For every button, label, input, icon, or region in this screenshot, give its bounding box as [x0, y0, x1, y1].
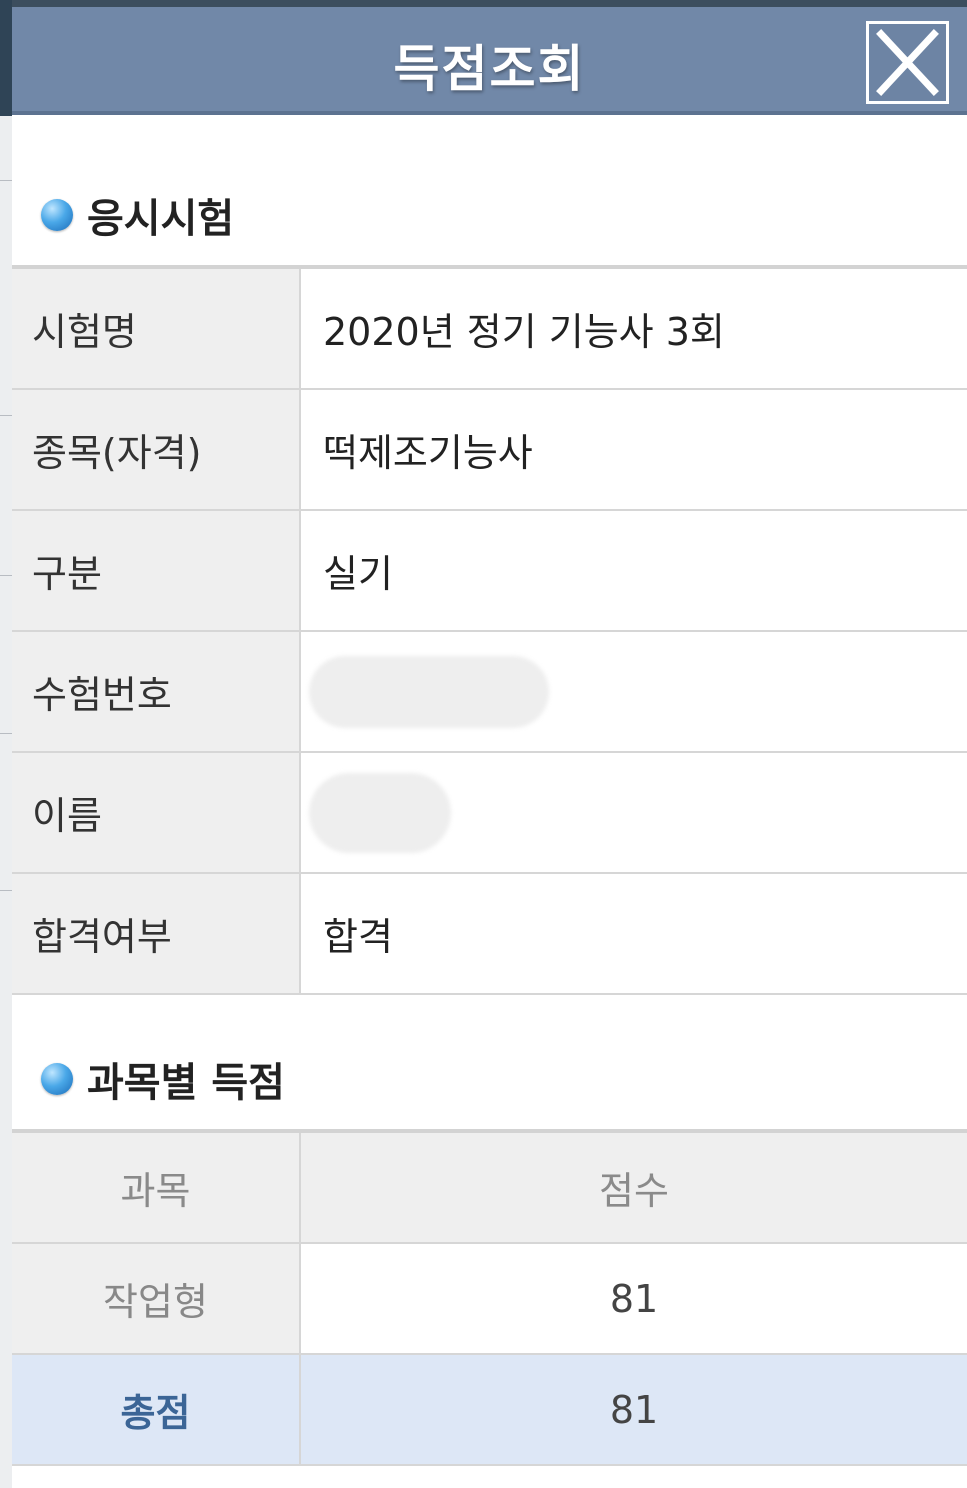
- score-section-title: 과목별 득점: [87, 1060, 285, 1106]
- score-table: 과목 점수 작업형 81 총점 81: [12, 1129, 967, 1466]
- category-value: 실기: [323, 552, 393, 596]
- background-page-strip: [0, 0, 12, 1488]
- total-row: 총점 81: [12, 1355, 967, 1466]
- name-label: 이름: [12, 753, 301, 872]
- examinee-number-value: [301, 632, 967, 751]
- table-row: 작업형 81: [12, 1244, 967, 1355]
- table-row: 종목(자격) 떡제조기능사: [12, 390, 967, 511]
- bullet-icon: [41, 199, 73, 231]
- table-row: 수험번호: [12, 632, 967, 753]
- close-icon: [876, 29, 939, 96]
- table-row: 합격여부 합격: [12, 874, 967, 995]
- redacted-mark: [309, 773, 451, 853]
- subject-score: 81: [301, 1244, 967, 1353]
- total-label: 총점: [12, 1355, 301, 1464]
- pass-status-label: 합격여부: [12, 874, 301, 993]
- qualification-value: 떡제조기능사: [323, 431, 533, 475]
- pass-status-value: 합격: [323, 915, 393, 959]
- total-score: 81: [609, 1387, 659, 1432]
- category-label: 구분: [12, 511, 301, 630]
- table-row: 시험명 2020년 정기 기능사 3회: [12, 269, 967, 390]
- subject-column-header: 과목: [12, 1133, 301, 1242]
- redacted-mark: [309, 656, 549, 728]
- exam-section-header: 응시시험: [12, 185, 234, 245]
- examinee-number-label: 수험번호: [12, 632, 301, 751]
- exam-info-table: 시험명 2020년 정기 기능사 3회 종목(자격) 떡제조기능사 구분 실기 …: [12, 265, 967, 995]
- qualification-label: 종목(자격): [12, 390, 301, 509]
- exam-section-title: 응시시험: [87, 196, 235, 242]
- name-value: [301, 753, 967, 872]
- table-row: 이름: [12, 753, 967, 874]
- dialog-titlebar: 득점조회: [12, 7, 967, 115]
- table-row: 구분 실기: [12, 511, 967, 632]
- score-table-header: 과목 점수: [12, 1133, 967, 1244]
- score-section-header: 과목별 득점: [12, 1049, 285, 1109]
- dialog-title: 득점조회: [393, 40, 586, 98]
- bullet-icon: [41, 1063, 73, 1095]
- exam-name-value: 2020년 정기 기능사 3회: [323, 310, 725, 354]
- score-inquiry-dialog: 득점조회 응시시험 시험명 2020년 정기 기능사 3회 종목(자격) 떡제조…: [12, 7, 967, 1488]
- subject-name: 작업형: [12, 1244, 301, 1353]
- close-button[interactable]: [866, 21, 949, 104]
- exam-name-label: 시험명: [12, 269, 301, 388]
- score-column-header: 점수: [599, 1169, 669, 1213]
